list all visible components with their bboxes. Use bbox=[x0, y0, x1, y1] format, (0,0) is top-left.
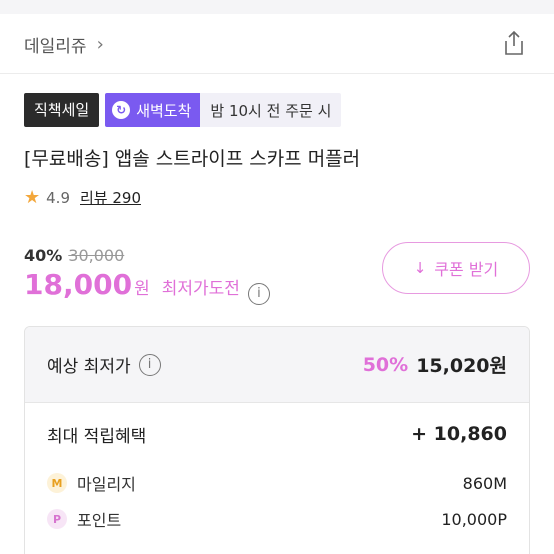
share-icon[interactable] bbox=[502, 30, 526, 56]
expected-lowest-value: 50% 15,020원 bbox=[363, 351, 507, 378]
download-icon: ↓ bbox=[413, 259, 427, 277]
info-icon[interactable]: i bbox=[138, 353, 161, 376]
rating-score: 4.9 bbox=[46, 188, 70, 207]
price-row: 18,000 원 최저가도전 i bbox=[24, 268, 270, 305]
dawn-delivery-label: ↻ 새벽도착 bbox=[105, 93, 201, 127]
expected-lowest-label: 예상 최저가 bbox=[47, 357, 131, 377]
mileage-label: 마일리지 bbox=[77, 475, 136, 494]
discount-percent: 40% bbox=[24, 246, 63, 265]
mileage-label-wrap: M 마일리지 bbox=[47, 471, 136, 495]
dawn-delivery-note: 밤 10시 전 주문 시 bbox=[200, 93, 342, 127]
benefit-panel: 예상 최저가 i 50% 15,020원 최대 적립혜택 + 10,860 M … bbox=[24, 326, 530, 554]
refresh-icon: ↻ bbox=[112, 101, 131, 119]
expected-discount-percent: 50% bbox=[362, 353, 409, 376]
product-badges: 직책세일 ↻ 새벽도착 밤 10시 전 주문 시 bbox=[24, 93, 342, 127]
expected-lowest-price: 15,020원 bbox=[416, 355, 507, 377]
rating-row: ★ 4.9 리뷰 290 bbox=[24, 187, 141, 208]
mileage-value: 860M bbox=[462, 473, 507, 493]
currency-unit: 원 bbox=[134, 279, 150, 299]
point-row: P 포인트 10,000P bbox=[25, 501, 529, 537]
dawn-delivery-text: 새벽도착 bbox=[136, 101, 192, 120]
point-value: 10,000P bbox=[441, 509, 507, 529]
top-header: 데일리쥬 › bbox=[0, 14, 554, 74]
coupon-download-button[interactable]: ↓ 쿠폰 받기 bbox=[382, 242, 530, 294]
review-link[interactable]: 리뷰 290 bbox=[80, 187, 141, 208]
point-label-wrap: P 포인트 bbox=[47, 507, 121, 531]
star-icon: ★ bbox=[24, 187, 41, 208]
original-price: 30,000 bbox=[68, 246, 125, 265]
discount-row: 40% 30,000 bbox=[24, 246, 124, 265]
expected-lowest-label-wrap: 예상 최저가 i bbox=[47, 352, 161, 377]
product-title: [무료배송] 앱솔 스트라이프 스카프 머플러 bbox=[24, 148, 361, 170]
lowest-price-challenge: 최저가도전 bbox=[161, 279, 240, 299]
expected-lowest-row: 예상 최저가 i 50% 15,020원 bbox=[25, 327, 529, 403]
max-benefit-label: 최대 적립혜택 bbox=[47, 426, 147, 447]
mileage-row: M 마일리지 860M bbox=[25, 465, 529, 501]
point-label: 포인트 bbox=[77, 511, 122, 530]
brand-breadcrumb[interactable]: 데일리쥬 › bbox=[24, 32, 104, 57]
coupon-label: 쿠폰 받기 bbox=[434, 260, 499, 279]
direct-sale-badge: 직책세일 bbox=[24, 93, 100, 127]
info-icon[interactable]: i bbox=[247, 282, 270, 305]
sale-price: 18,000 bbox=[24, 268, 133, 301]
dawn-delivery-badge: ↻ 새벽도착 밤 10시 전 주문 시 bbox=[105, 93, 342, 127]
chevron-right-icon: › bbox=[96, 34, 104, 55]
max-benefit-row: 최대 적립혜택 + 10,860 bbox=[25, 403, 529, 465]
brand-name[interactable]: 데일리쥬 bbox=[24, 32, 87, 57]
point-icon: P bbox=[47, 509, 67, 529]
status-strip bbox=[0, 0, 554, 14]
max-benefit-value: + 10,860 bbox=[411, 423, 507, 445]
mileage-icon: M bbox=[47, 473, 67, 493]
